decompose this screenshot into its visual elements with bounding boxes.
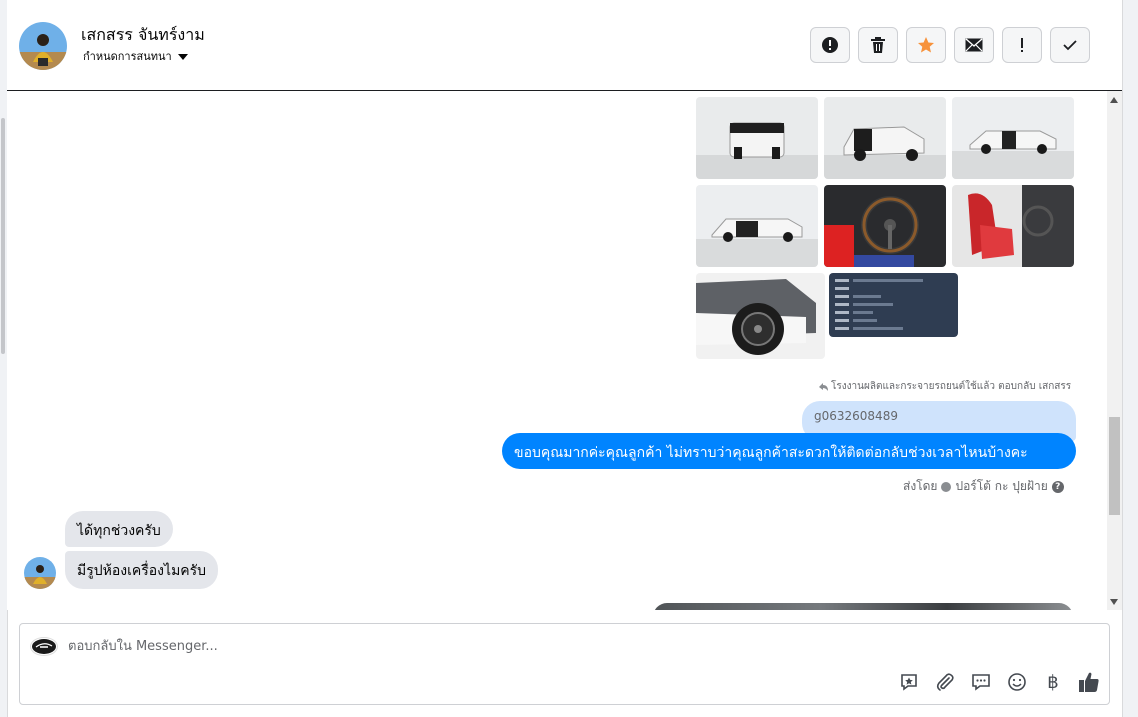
message-thread[interactable]: โรงงานผลิตและกระจายรถยนต์ใช้แล้ว ตอบกลับ… bbox=[7, 91, 1107, 610]
assign-conversation-label: กำหนดการสนทนา bbox=[83, 50, 172, 63]
header-actions bbox=[810, 27, 1090, 63]
customer-avatar[interactable] bbox=[24, 557, 56, 589]
inbox-window: เสกสรร จันทร์งาม กำหนดการสนทนา โรงงานผลิ… bbox=[0, 0, 1138, 717]
mark-unread-button[interactable] bbox=[954, 27, 994, 63]
reply-meta: โรงงานผลิตและกระจายรถยนต์ใช้แล้ว ตอบกลับ… bbox=[819, 379, 1071, 394]
attachment-image[interactable] bbox=[824, 97, 946, 179]
thread-scrollbar[interactable] bbox=[1107, 91, 1122, 610]
left-scrollbar-thumb[interactable] bbox=[1, 118, 5, 354]
star-button[interactable] bbox=[906, 27, 946, 63]
attachment-image[interactable] bbox=[696, 97, 818, 179]
delete-button[interactable] bbox=[858, 27, 898, 63]
reply-input[interactable] bbox=[68, 636, 868, 656]
sent-by-label: ส่งโดย bbox=[903, 479, 938, 493]
reply-meta-text: โรงงานผลิตและกระจายรถยนต์ใช้แล้ว ตอบกลับ… bbox=[831, 381, 1072, 392]
thumbs-up-icon[interactable] bbox=[1077, 670, 1101, 694]
quoted-phone-text: g0632608489 bbox=[814, 409, 898, 423]
trash-icon bbox=[871, 37, 885, 53]
sent-by-info: ส่งโดย ปอร์โต้ กะ ปุยฝ้าย ? bbox=[903, 477, 1064, 496]
verified-icon bbox=[941, 481, 952, 492]
caret-down-icon bbox=[177, 53, 188, 60]
composer-tools: ฿ bbox=[897, 670, 1101, 694]
baht-icon[interactable]: ฿ bbox=[1041, 670, 1065, 694]
checkmark-icon bbox=[1063, 40, 1077, 51]
star-icon bbox=[918, 37, 934, 53]
scroll-up-arrow-icon[interactable] bbox=[1110, 97, 1118, 103]
conversation-header: เสกสรร จันทร์งาม กำหนดการสนทนา bbox=[7, 0, 1122, 91]
chat-bubble-icon[interactable] bbox=[969, 670, 993, 694]
attachment-image-partial[interactable] bbox=[653, 603, 1073, 610]
exclamation-circle-icon bbox=[822, 37, 838, 53]
attachment-image[interactable] bbox=[696, 185, 818, 267]
outgoing-message[interactable]: ขอบคุณมากค่ะคุณลูกค้า ไม่ทราบว่าคุณลูกค้… bbox=[502, 433, 1076, 469]
paperclip-icon[interactable] bbox=[933, 670, 957, 694]
mark-done-button[interactable] bbox=[1050, 27, 1090, 63]
exclamation-icon bbox=[1021, 38, 1023, 52]
right-panel-edge bbox=[1122, 0, 1138, 717]
envelope-icon bbox=[965, 38, 983, 52]
assign-conversation-dropdown[interactable]: กำหนดการสนทนา bbox=[83, 47, 188, 65]
attachment-image[interactable] bbox=[696, 273, 825, 359]
incoming-message[interactable]: ได้ทุกช่วงครับ bbox=[65, 511, 173, 547]
help-icon[interactable]: ? bbox=[1051, 480, 1064, 493]
scroll-down-arrow-icon[interactable] bbox=[1110, 599, 1118, 605]
attachment-image[interactable] bbox=[829, 273, 958, 337]
page-avatar bbox=[30, 637, 58, 656]
saved-reply-icon[interactable] bbox=[897, 670, 921, 694]
attachment-image[interactable] bbox=[824, 185, 946, 267]
sent-by-name: ปอร์โต้ กะ ปุยฝ้าย bbox=[955, 479, 1048, 493]
contact-avatar[interactable] bbox=[19, 22, 67, 70]
reply-composer: ฿ bbox=[19, 623, 1110, 705]
attachment-image[interactable] bbox=[952, 97, 1074, 179]
incoming-message[interactable]: มีรูปห้องเครื่องไมครับ bbox=[65, 551, 219, 589]
reply-arrow-icon bbox=[819, 382, 828, 391]
attachment-image[interactable] bbox=[952, 185, 1074, 267]
emoji-icon[interactable] bbox=[1005, 670, 1029, 694]
report-spam-button[interactable] bbox=[810, 27, 850, 63]
contact-name: เสกสรร จันทร์งาม bbox=[81, 25, 205, 44]
scrollbar-thumb[interactable] bbox=[1109, 417, 1120, 515]
mark-important-button[interactable] bbox=[1002, 27, 1042, 63]
